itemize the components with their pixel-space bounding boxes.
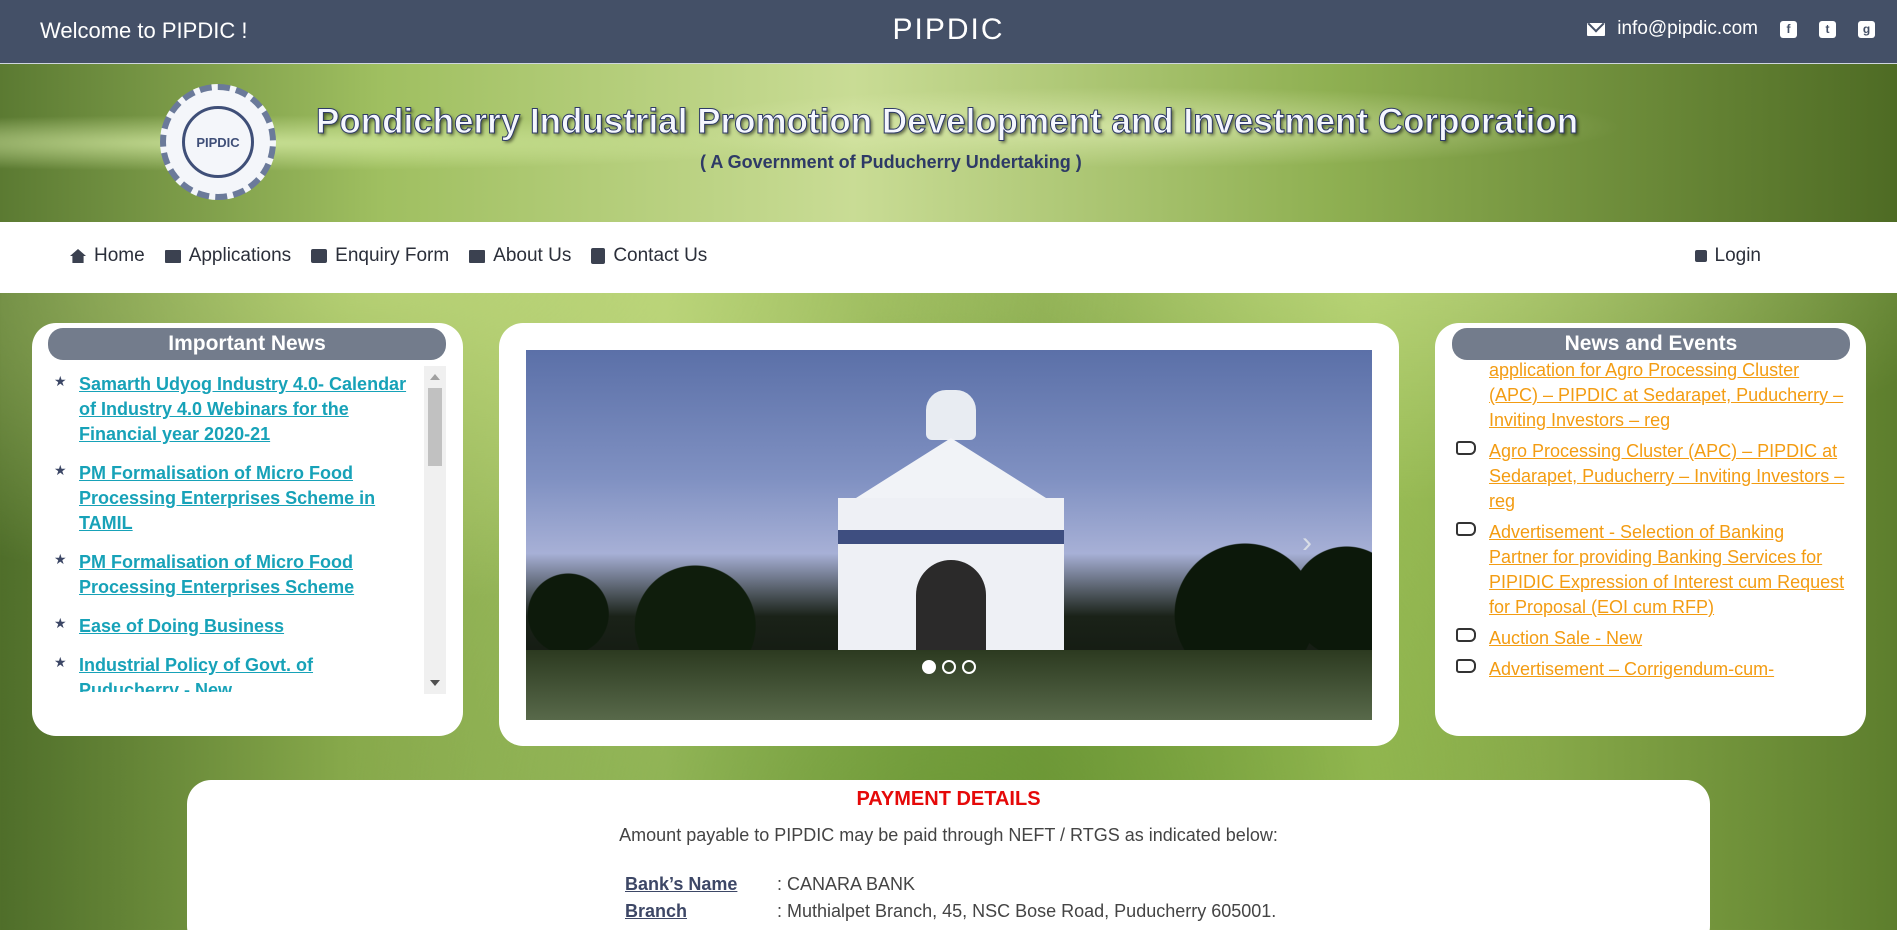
- envelope-icon: [311, 249, 328, 263]
- twitter-icon[interactable]: t: [1819, 20, 1836, 38]
- list-item: Auction Sale - New: [1456, 626, 1846, 651]
- monument-band: [838, 530, 1064, 544]
- payment-row-key: Bank’s Name: [625, 874, 738, 894]
- list-item: Advertisement - Selection of Banking Par…: [1456, 520, 1846, 620]
- monitor-icon: [469, 249, 486, 263]
- news-link[interactable]: Ease of Doing Business: [79, 616, 284, 636]
- carousel-dot-2[interactable]: [942, 660, 956, 674]
- nav-home[interactable]: Home: [70, 245, 145, 267]
- scrollbar-thumb[interactable]: [428, 388, 442, 466]
- lock-icon: [1694, 250, 1707, 262]
- list-item: Advertisement – Corrigendum-cum-: [1456, 657, 1846, 682]
- nav-about-label: About Us: [493, 245, 572, 266]
- organization-subtitle: ( A Government of Puducherry Undertaking…: [700, 152, 1082, 172]
- list-item: Agro Processing Cluster (APC) – PIPDIC a…: [1456, 439, 1846, 514]
- list-item: PM Formalisation of Micro Food Processin…: [48, 550, 410, 600]
- logo-text: PIPDIC: [182, 106, 254, 178]
- event-link[interactable]: Advertisement - Selection of Banking Par…: [1489, 522, 1844, 617]
- payment-title: PAYMENT DETAILS: [856, 788, 1041, 810]
- welcome-text: Welcome to PIPDIC !: [40, 18, 248, 43]
- nav-applications[interactable]: Applications: [164, 245, 292, 267]
- scroll-down-arrow-icon[interactable]: [430, 680, 440, 686]
- top-bar-contacts: info@pipdic.com f t g: [1587, 18, 1875, 40]
- list-item: application for Agro Processing Cluster …: [1456, 360, 1846, 433]
- pipdic-logo[interactable]: PIPDIC: [160, 84, 276, 200]
- event-link[interactable]: application for Agro Processing Cluster …: [1489, 360, 1843, 430]
- news-link[interactable]: PM Formalisation of Micro Food Processin…: [79, 552, 354, 597]
- contact-card-icon: [591, 248, 606, 264]
- payment-row-value: : CANARA BANK: [777, 874, 916, 894]
- envelope-icon: [1587, 22, 1606, 36]
- news-link[interactable]: Industrial Policy of Govt. of Puducherry…: [79, 655, 313, 692]
- top-bar: Welcome to PIPDIC ! PIPDIC info@pipdic.c…: [0, 0, 1897, 64]
- nav-contact-us[interactable]: Contact Us: [591, 245, 707, 267]
- payment-details-panel: PAYMENT DETAILS Amount payable to PIPDIC…: [187, 780, 1710, 930]
- event-link[interactable]: Advertisement – Corrigendum-cum-: [1489, 659, 1774, 679]
- hand-pointer-icon: [1456, 628, 1476, 642]
- header-banner: PIPDIC Pondicherry Industrial Promotion …: [0, 64, 1897, 222]
- nav-enquiry-label: Enquiry Form: [335, 245, 450, 266]
- list-item: PM Formalisation of Micro Food Processin…: [48, 461, 410, 536]
- login-link[interactable]: Login: [1694, 245, 1762, 267]
- home-icon: [70, 249, 86, 263]
- event-link[interactable]: Auction Sale - New: [1489, 628, 1642, 648]
- scroll-up-arrow-icon[interactable]: [430, 374, 440, 380]
- payment-subtitle: Amount payable to PIPDIC may be paid thr…: [619, 825, 1278, 845]
- nav-home-label: Home: [94, 245, 145, 266]
- carousel-dot-1[interactable]: [922, 660, 936, 674]
- important-news-title: Important News: [48, 328, 446, 360]
- carousel-next-icon[interactable]: ›: [1302, 526, 1312, 560]
- payment-row-value: : Muthialpet Branch, 45, NSC Bose Road, …: [777, 901, 1277, 921]
- news-link[interactable]: Samarth Udyog Industry 4.0- Calendar of …: [79, 374, 406, 444]
- hand-pointer-icon: [1456, 659, 1476, 673]
- organization-name: Pondicherry Industrial Promotion Develop…: [315, 102, 1579, 142]
- payment-row: Branch : Muthialpet Branch, 45, NSC Bose…: [625, 901, 1276, 922]
- email-text: info@pipdic.com: [1617, 18, 1758, 39]
- event-link[interactable]: Agro Processing Cluster (APC) – PIPDIC a…: [1489, 441, 1844, 511]
- payment-row: Bank’s Name : CANARA BANK: [625, 874, 915, 895]
- news-link[interactable]: PM Formalisation of Micro Food Processin…: [79, 463, 375, 533]
- nav-contact-label: Contact Us: [613, 245, 708, 266]
- news-events-list: application for Agro Processing Cluster …: [1456, 360, 1846, 692]
- list-item: Samarth Udyog Industry 4.0- Calendar of …: [48, 372, 410, 447]
- main-nav: Home Applications Enquiry Form About Us …: [0, 222, 1897, 293]
- news-scrollbar[interactable]: [424, 366, 446, 694]
- monument-roof: [856, 438, 1046, 498]
- carousel-dot-3[interactable]: [962, 660, 976, 674]
- list-item: Ease of Doing Business: [48, 614, 410, 639]
- monument-dome: [926, 390, 976, 440]
- carousel-indicators: [922, 660, 976, 674]
- monitor-icon: [164, 249, 181, 263]
- list-item: Industrial Policy of Govt. of Puducherry…: [48, 653, 410, 692]
- important-news-list: Samarth Udyog Industry 4.0- Calendar of …: [48, 372, 410, 692]
- news-events-title: News and Events: [1452, 328, 1850, 360]
- nav-applications-label: Applications: [188, 245, 292, 266]
- facebook-icon[interactable]: f: [1780, 20, 1797, 38]
- payment-row-key: Branch: [625, 901, 688, 921]
- google-plus-icon[interactable]: g: [1858, 20, 1875, 38]
- login-label: Login: [1714, 245, 1762, 266]
- image-carousel[interactable]: ›: [526, 350, 1372, 720]
- nav-enquiry-form[interactable]: Enquiry Form: [311, 245, 449, 267]
- monument-image: [816, 390, 1086, 680]
- nav-about-us[interactable]: About Us: [469, 245, 571, 267]
- email-link[interactable]: info@pipdic.com: [1587, 18, 1758, 40]
- hand-pointer-icon: [1456, 441, 1476, 455]
- hand-pointer-icon: [1456, 522, 1476, 536]
